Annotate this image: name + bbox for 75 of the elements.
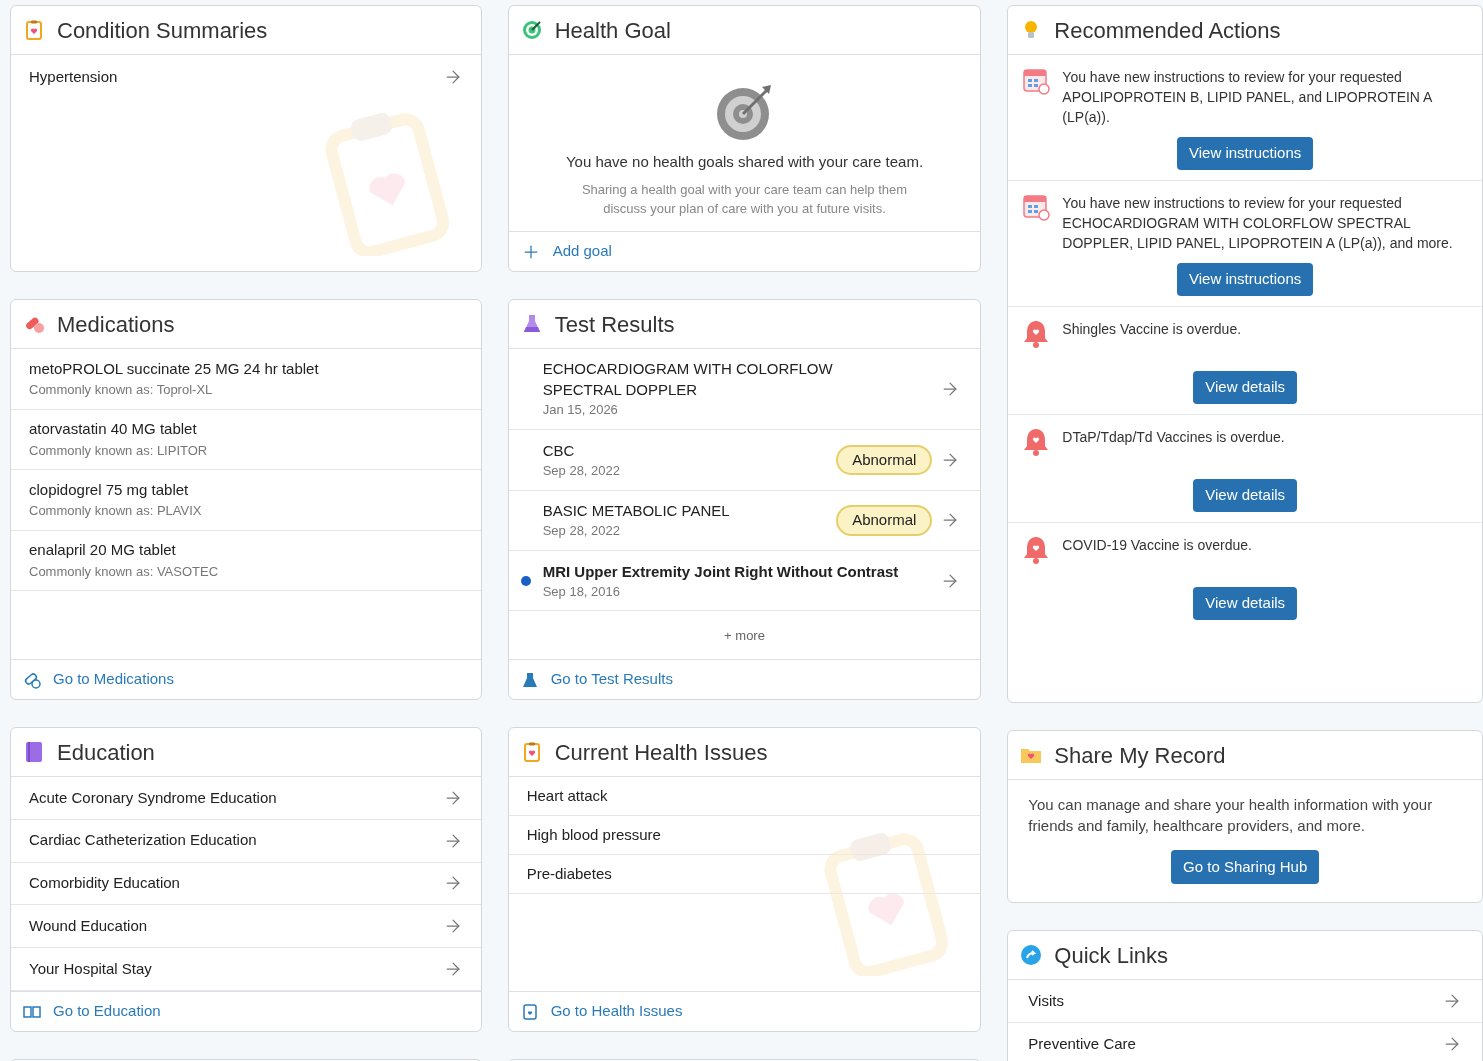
education-item[interactable]: Your Hospital Stay [11,948,481,991]
test-date: Sep 28, 2022 [542,461,622,480]
health-issue: Heart attack [526,785,608,806]
test-date: Jan 15, 2026 [542,401,619,420]
card-title: Share My Record [1054,741,1226,770]
test-date: Sep 28, 2022 [542,522,622,541]
book-icon [23,741,45,763]
bell-icon [1022,535,1051,565]
education-item[interactable]: Comorbidity Education [11,862,481,906]
status-badge: Abnormal [836,505,933,536]
test-result-row[interactable]: CBC Sep 28, 2022 Abnormal [508,430,981,491]
test-date: Sep 18, 2016 [542,582,622,601]
sharing-hub-button[interactable]: Go to Sharing Hub [1171,850,1320,884]
test-name: ECHOCARDIOGRAM WITH COLORFLOW SPECTRAL DOPPLER [542,359,834,401]
test-name: BASIC METABOLIC PANEL [542,501,731,522]
medication-name: atorvastatin 40 MG tablet [29,419,198,440]
bell-icon [1022,319,1051,349]
empty-message: You have no health goals shared with your care team. [565,152,924,172]
share-description: You can manage and share your health information with your friends and family, healthcare providers, and more. [1027,795,1434,836]
medication-alias: Commonly known as: PLAVIX [29,502,203,521]
medication-name: clopidogrel 75 mg tablet [29,479,190,500]
condition-item[interactable]: Hypertension [11,55,481,99]
target-icon [520,19,543,41]
flask-icon [520,670,539,689]
action-message: Shingles Vaccine is overdue. [1062,320,1242,339]
card-title: Condition Summaries [57,16,268,45]
clipboard-icon [23,19,45,41]
bell-icon [1022,427,1051,457]
quick-link[interactable]: Preventive Care [1008,1023,1482,1061]
action-button[interactable]: View details [1193,371,1298,404]
test-name: CBC [542,440,576,461]
action-message: You have new instructions to review for your requested APOLIPOPROTEIN B, LIPID PANEL, and LIPOPROTEIN A (LP(a)). [1062,68,1433,127]
card-title: Current Health Issues [554,738,768,767]
action-message: DTaP/Tdap/Td Vaccines is overdue. [1062,428,1285,447]
medication-alias: Commonly known as: VASOTEC [29,562,220,581]
action-button[interactable]: View details [1193,479,1298,512]
test-result-row[interactable]: BASIC METABOLIC PANEL Sep 28, 2022 Abnormal [508,490,981,552]
clipboard-icon [520,1002,539,1021]
medication-alias: Commonly known as: Toprol-XL [29,381,214,400]
education-item[interactable]: Cardiac Catheterization Education [11,819,481,863]
calendar-icon [1022,67,1051,95]
card-title: Health Goal [554,16,671,45]
health-issue: High blood pressure [526,824,661,845]
pills-icon [23,670,41,689]
test-result-row[interactable]: ECHOCARDIOGRAM WITH COLORFLOW SPECTRAL DOPPLER Jan 15, 2026 [508,349,981,431]
footer-link[interactable]: Go to Test Results [550,668,673,691]
action-message: COVID-19 Vaccine is overdue. [1062,536,1252,555]
add-goal-link[interactable]: Add goal [552,240,612,263]
medication-name: metoPROLOL succinate 25 MG 24 hr tablet [29,358,320,379]
action-button[interactable]: View instructions [1177,137,1314,170]
test-result-row[interactable]: MRI Upper Extremity Joint Right Without Contrast Sep 18, 2016 [508,551,981,612]
education-item[interactable]: Acute Coronary Syndrome Education [11,777,481,820]
medication-alias: Commonly known as: LIPITOR [29,441,209,460]
card-title: Recommended Actions [1054,16,1281,45]
calendar-icon [1022,193,1051,221]
action-message: You have new instructions to review for your requested ECHOCARDIOGRAM WITH COLORFLOW SPECTRAL DOPPLER, LIPID PANEL, LIPOPROTEIN A (LP(a)), and more. [1062,194,1454,253]
link-icon [1020,944,1043,966]
footer-link[interactable]: Go to Health Issues [550,1000,683,1023]
more-link[interactable]: + more [724,625,765,645]
footer-link[interactable]: Go to Medications [53,668,174,691]
action-button[interactable]: View details [1193,587,1298,620]
target-drawing [715,83,774,141]
test-name: MRI Upper Extremity Joint Right Without Contrast [542,561,900,582]
education-item[interactable]: Wound Education [11,905,481,949]
card-title: Quick Links [1054,941,1169,970]
status-badge: Abnormal [836,444,933,476]
footer-link[interactable]: Go to Education [53,1000,161,1023]
card-title: Test Results [554,310,675,339]
quick-link[interactable]: Visits [1008,980,1482,1023]
action-button[interactable]: View instructions [1177,263,1314,296]
hint-text: Sharing a health goal with your care team can help them discuss your plan of care with you at future visits. [580,180,909,218]
card-title: Medications [57,310,175,339]
card-title: Education [57,738,155,767]
medication-name: enalapril 20 MG tablet [29,540,177,561]
health-issue: Pre-diabetes [526,863,612,884]
